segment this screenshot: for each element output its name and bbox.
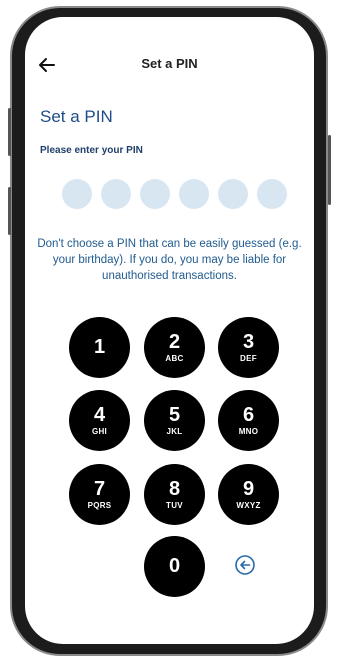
pin-label: Please enter your PIN	[40, 145, 143, 156]
key-digit: 2	[168, 331, 181, 353]
phone-side-button-2	[8, 187, 11, 235]
key-letters: GHI	[91, 427, 108, 436]
key-4[interactable]: 4 GHI	[69, 390, 130, 451]
key-digit: 7	[93, 478, 106, 500]
key-digit: 6	[242, 404, 255, 426]
key-letters: PQRS	[87, 501, 112, 510]
key-digit: 8	[168, 478, 181, 500]
phone-side-button-1	[8, 108, 11, 156]
key-5[interactable]: 5 JKL	[144, 390, 205, 451]
key-letters: DEF	[240, 354, 257, 363]
top-bar: Set a PIN	[25, 53, 314, 77]
screen: Set a PIN Set a PIN Please enter your PI…	[25, 17, 314, 644]
key-digit: 9	[242, 478, 255, 500]
pin-dot	[101, 179, 131, 209]
pin-dot	[62, 179, 92, 209]
key-digit: 3	[242, 331, 255, 353]
pin-warning-text: Don't choose a PIN that can be easily gu…	[37, 238, 302, 282]
key-2[interactable]: 2 ABC	[144, 317, 205, 378]
key-letters: MNO	[238, 427, 259, 436]
key-digit: 1	[93, 336, 106, 358]
key-1[interactable]: 1	[69, 317, 130, 378]
key-digit: 4	[93, 404, 106, 426]
key-digit: 5	[168, 404, 181, 426]
key-7[interactable]: 7 PQRS	[69, 464, 130, 525]
key-9[interactable]: 9 WXYZ	[218, 464, 279, 525]
pin-indicator	[62, 179, 292, 209]
key-8[interactable]: 8 TUV	[144, 464, 205, 525]
key-letters: ABC	[165, 354, 184, 363]
key-0[interactable]: 0	[144, 536, 205, 597]
key-6[interactable]: 6 MNO	[218, 390, 279, 451]
pin-dot	[257, 179, 287, 209]
key-letters: JKL	[166, 427, 183, 436]
pin-dot	[140, 179, 170, 209]
top-bar-title: Set a PIN	[141, 56, 198, 71]
phone-side-button-3	[328, 135, 331, 205]
page-title: Set a PIN	[40, 107, 113, 126]
key-digit: 0	[168, 555, 181, 577]
backspace-circle-icon[interactable]	[233, 553, 257, 577]
pin-dot	[179, 179, 209, 209]
key-letters: TUV	[166, 501, 183, 510]
key-3[interactable]: 3 DEF	[218, 317, 279, 378]
key-letters: WXYZ	[236, 501, 261, 510]
pin-dot	[218, 179, 248, 209]
